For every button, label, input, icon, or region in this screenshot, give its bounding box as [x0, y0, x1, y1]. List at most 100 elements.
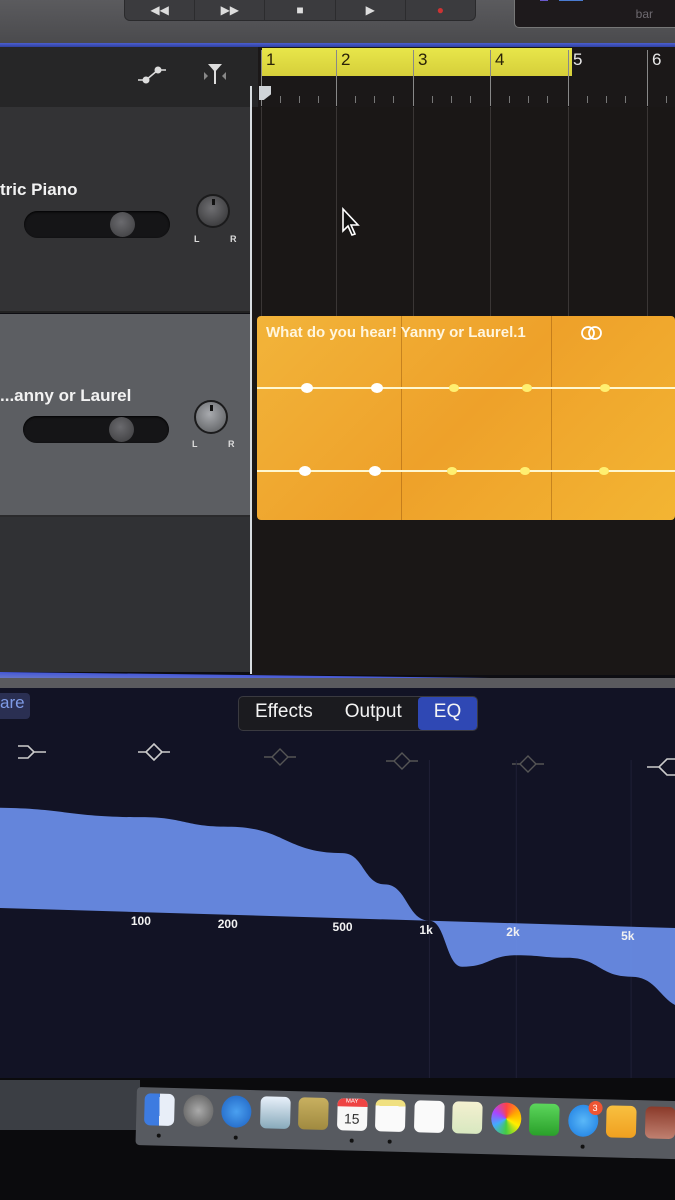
catch-playhead-icon[interactable]: [198, 60, 232, 88]
eq-frequency-label: 500: [332, 920, 353, 935]
ruler-beat-tick: [547, 96, 548, 103]
notes-icon[interactable]: [374, 1099, 406, 1133]
ruler-beat-tick: [528, 96, 529, 103]
ruler-beat-tick: [318, 96, 319, 103]
tab-eq[interactable]: EQ: [417, 697, 478, 730]
ruler-beat-tick: [280, 96, 281, 103]
volume-slider[interactable]: [23, 416, 169, 443]
reminders-icon[interactable]: [413, 1100, 445, 1134]
lcd-display[interactable]: bar: [514, 0, 675, 28]
ruler-beat-tick: [451, 96, 452, 103]
ruler-beat-tick: [666, 96, 667, 103]
ruler-bar-number: 3: [418, 50, 428, 69]
running-indicator: [387, 1139, 392, 1144]
track-name: ...anny or Laurel: [0, 386, 132, 405]
record-button[interactable]: ●: [406, 0, 475, 20]
track-header-electric-piano[interactable]: tric Piano L R: [0, 107, 252, 313]
running-indicator: [233, 1135, 238, 1140]
pages-icon[interactable]: [605, 1105, 637, 1139]
eq-curve-area: [0, 807, 675, 1005]
audio-region[interactable]: [257, 316, 675, 520]
waveform-right: [257, 466, 675, 476]
eq-frequency-label: 1k: [419, 922, 433, 937]
ruler-bar-number: 2: [341, 50, 351, 69]
pan-knob[interactable]: [196, 194, 230, 228]
volume-slider-thumb[interactable]: [109, 417, 135, 442]
ruler-bar-number: 1: [266, 50, 276, 69]
pan-right-label: R: [228, 439, 235, 449]
bar-grid-line: [568, 107, 569, 317]
ruler-beat-tick: [625, 96, 626, 103]
transport-controls: ◀◀ ▶▶ ■ ▶ ●: [124, 0, 476, 21]
eq-frequency-label: 2k: [506, 925, 520, 940]
ruler-beat-tick: [509, 96, 510, 103]
waveform-left: [257, 383, 675, 393]
eq-frequency-label: 5k: [621, 928, 635, 943]
play-button[interactable]: ▶: [336, 0, 406, 20]
ruler-bar-tick: [336, 50, 337, 106]
bar-grid-line: [647, 107, 648, 317]
contacts-icon[interactable]: [297, 1097, 329, 1131]
playhead[interactable]: [250, 86, 252, 674]
region-split-marker: [551, 316, 552, 520]
facetime-icon[interactable]: [528, 1103, 560, 1137]
track-header-yanny-or-laurel[interactable]: ...anny or Laurel L R: [0, 314, 252, 517]
ruler-beat-tick: [393, 96, 394, 103]
mail-icon[interactable]: [259, 1096, 291, 1130]
automation-icon[interactable]: [134, 60, 168, 88]
safari-icon[interactable]: [220, 1095, 252, 1128]
stop-button[interactable]: ■: [265, 0, 336, 20]
bar-grid-line: [261, 107, 262, 317]
notification-badge: 3: [587, 1100, 603, 1116]
ruler-beat-tick: [587, 96, 588, 103]
ruler-bar-tick: [490, 50, 491, 106]
control-bar: ◀◀ ▶▶ ■ ▶ ● bar: [0, 0, 675, 44]
calendar-icon[interactable]: MAY 15: [336, 1098, 368, 1132]
ruler-bar-number: 6: [652, 50, 662, 69]
pan-left-label: L: [192, 439, 198, 449]
photo-booth-icon[interactable]: [644, 1106, 675, 1140]
photos-icon[interactable]: [490, 1102, 522, 1136]
running-indicator: [156, 1133, 161, 1138]
empty-track-area[interactable]: [0, 517, 252, 672]
rewind-button[interactable]: ◀◀: [125, 0, 196, 20]
cycle-region[interactable]: [262, 48, 572, 76]
pan-right-label: R: [230, 234, 237, 244]
ruler-bar-number: 5: [573, 50, 583, 69]
region-split-marker: [401, 316, 402, 520]
tab-effects[interactable]: Effects: [239, 697, 329, 730]
track-name: tric Piano: [0, 180, 78, 199]
ruler-beat-tick: [299, 96, 300, 103]
running-indicator: [580, 1144, 585, 1149]
ruler-bar-number: 4: [495, 50, 505, 69]
ruler-beat-tick: [606, 96, 607, 103]
calendar-month: MAY: [337, 1098, 368, 1108]
ruler-bar-tick: [568, 50, 569, 106]
pane-divider[interactable]: [0, 678, 675, 688]
pan-left-label: L: [194, 234, 200, 244]
bar-grid-line: [413, 107, 414, 317]
volume-slider[interactable]: [24, 211, 170, 238]
ruler-bar-tick: [413, 50, 414, 106]
tab-output[interactable]: Output: [329, 697, 418, 730]
calendar-day: 15: [343, 1110, 360, 1127]
volume-slider-thumb[interactable]: [110, 212, 136, 237]
pan-knob[interactable]: [194, 400, 228, 434]
ruler-beat-tick: [432, 96, 433, 103]
lcd-unit-label: bar: [635, 7, 653, 21]
finder-icon[interactable]: [144, 1093, 175, 1126]
ruler-beat-tick: [355, 96, 356, 103]
fast-forward-button[interactable]: ▶▶: [195, 0, 266, 20]
maps-icon[interactable]: [451, 1101, 483, 1135]
bar-grid-line: [336, 107, 337, 317]
launchpad-icon[interactable]: [182, 1094, 214, 1127]
ruler-beat-tick: [470, 96, 471, 103]
region-title: What do you hear! Yanny or Laurel.1: [266, 324, 526, 341]
compare-button[interactable]: are: [0, 693, 30, 719]
messages-icon[interactable]: 3: [567, 1100, 603, 1138]
lcd-indicator-blue: [559, 0, 583, 1]
ruler-beat-tick: [374, 96, 375, 103]
eq-frequency-label: 100: [130, 914, 151, 929]
running-indicator: [349, 1138, 354, 1143]
loop-icon: [581, 326, 602, 340]
